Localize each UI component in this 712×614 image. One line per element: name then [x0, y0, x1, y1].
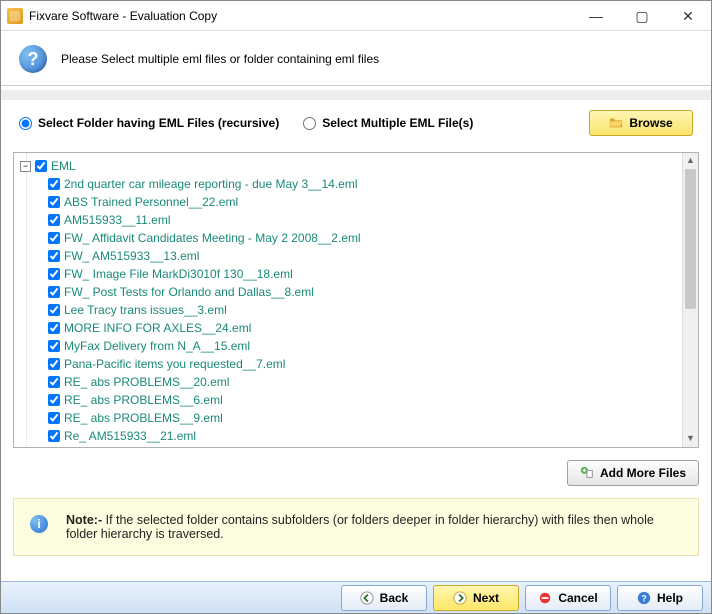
file-tree-panel: − EML 2nd quarter car mileage reporting - … [13, 152, 699, 448]
browse-button-label: Browse [629, 116, 672, 130]
file-tree[interactable]: − EML 2nd quarter car mileage reporting - … [14, 153, 682, 447]
tree-item-label: AM515933__11.eml [64, 213, 171, 227]
help-icon: ? [637, 591, 651, 605]
tree-item-checkbox[interactable] [48, 178, 60, 190]
tree-item[interactable]: Re_ AM515933__21.eml [18, 427, 678, 445]
note-prefix: Note:- [66, 513, 102, 527]
add-more-files-button[interactable]: Add More Files [567, 460, 699, 486]
next-button[interactable]: Next [433, 585, 519, 611]
tree-item-label: FW_ Image File MarkDi3010f 130__18.eml [64, 267, 293, 281]
tree-item[interactable]: AM515933__11.eml [18, 211, 678, 229]
note-body: If the selected folder contains subfolde… [66, 513, 654, 541]
tree-item-checkbox[interactable] [48, 412, 60, 424]
next-button-label: Next [473, 591, 499, 605]
maximize-button[interactable]: ▢ [619, 1, 665, 31]
help-button[interactable]: ? Help [617, 585, 703, 611]
tree-item[interactable]: RE_ abs PROBLEMS__20.eml [18, 373, 678, 391]
tree-expander[interactable]: − [20, 161, 31, 172]
tree-item[interactable]: MyFax Delivery from N_A__15.eml [18, 337, 678, 355]
header-instruction: Please Select multiple eml files or fold… [61, 52, 379, 66]
arrow-left-icon [360, 591, 374, 605]
help-button-label: Help [657, 591, 683, 605]
tree-item-label: RE_ abs PROBLEMS__6.eml [64, 393, 223, 407]
radio-select-files-label: Select Multiple EML File(s) [322, 116, 473, 130]
tree-item[interactable]: FW_ Post Tests for Orlando and Dallas__8… [18, 283, 678, 301]
radio-select-files-input[interactable] [303, 117, 316, 130]
tree-item-label: FW_ Post Tests for Orlando and Dallas__8… [64, 285, 314, 299]
tree-item-checkbox[interactable] [48, 394, 60, 406]
browse-button[interactable]: Browse [589, 110, 693, 136]
add-more-row: Add More Files [1, 456, 711, 494]
titlebar: Fixvare Software - Evaluation Copy — ▢ ✕ [1, 1, 711, 31]
tree-root-checkbox[interactable] [35, 160, 47, 172]
tree-item-checkbox[interactable] [48, 358, 60, 370]
header: ? Please Select multiple eml files or fo… [1, 31, 711, 85]
tree-item-label: Pana-Pacific items you requested__7.eml [64, 357, 285, 371]
tree-item-label: FW_ AM515933__13.eml [64, 249, 199, 263]
scroll-down-button[interactable]: ▼ [683, 431, 698, 447]
wizard-footer: Back Next Cancel ? Help [1, 581, 711, 613]
tree-item-label: RE_ abs PROBLEMS__20.eml [64, 375, 229, 389]
app-icon [7, 8, 23, 24]
radio-select-files[interactable]: Select Multiple EML File(s) [303, 116, 473, 130]
folder-open-icon [609, 116, 623, 130]
question-icon: ? [19, 45, 47, 73]
cancel-button-label: Cancel [558, 591, 597, 605]
tree-root-label[interactable]: EML [51, 159, 76, 173]
tree-item-label: FW_ Affidavit Candidates Meeting - May 2… [64, 231, 361, 245]
tree-item[interactable]: Pana-Pacific items you requested__7.eml [18, 355, 678, 373]
info-icon: i [30, 515, 48, 533]
tree-item-label: MORE INFO FOR AXLES__24.eml [64, 321, 251, 335]
cancel-button[interactable]: Cancel [525, 585, 611, 611]
tree-item-checkbox[interactable] [48, 268, 60, 280]
tree-item-label: Lee Tracy trans issues__3.eml [64, 303, 227, 317]
source-options-row: Select Folder having EML Files (recursiv… [1, 100, 711, 146]
radio-select-folder-input[interactable] [19, 117, 32, 130]
tree-item[interactable]: FW_ AM515933__13.eml [18, 247, 678, 265]
tree-item-checkbox[interactable] [48, 322, 60, 334]
scroll-up-button[interactable]: ▲ [683, 153, 698, 169]
tree-item-checkbox[interactable] [48, 196, 60, 208]
add-more-files-label: Add More Files [600, 466, 686, 480]
radio-select-folder-label: Select Folder having EML Files (recursiv… [38, 116, 279, 130]
radio-select-folder[interactable]: Select Folder having EML Files (recursiv… [19, 116, 279, 130]
tree-item[interactable]: FW_ Image File MarkDi3010f 130__18.eml [18, 265, 678, 283]
note-box: i Note:- If the selected folder contains… [13, 498, 699, 556]
tree-item-label: RE_ abs PROBLEMS__9.eml [64, 411, 223, 425]
note-text: Note:- If the selected folder contains s… [66, 513, 682, 541]
arrow-right-icon [453, 591, 467, 605]
scroll-thumb[interactable] [685, 169, 696, 309]
tree-item[interactable]: RE_ abs PROBLEMS__9.eml [18, 409, 678, 427]
separator [1, 85, 711, 86]
tree-item[interactable]: RE_ abs PROBLEMS__6.eml [18, 391, 678, 409]
panel-gap [1, 90, 711, 100]
cancel-icon [538, 591, 552, 605]
tree-item[interactable]: Lee Tracy trans issues__3.eml [18, 301, 678, 319]
tree-item-checkbox[interactable] [48, 376, 60, 388]
tree-item-label: Re_ AM515933__21.eml [64, 429, 196, 443]
back-button-label: Back [380, 591, 409, 605]
tree-item[interactable]: MORE INFO FOR AXLES__24.eml [18, 319, 678, 337]
tree-item[interactable]: 2nd quarter car mileage reporting - due … [18, 175, 678, 193]
tree-item-checkbox[interactable] [48, 250, 60, 262]
tree-item-checkbox[interactable] [48, 340, 60, 352]
tree-item-label: ABS Trained Personnel__22.eml [64, 195, 238, 209]
tree-item-checkbox[interactable] [48, 214, 60, 226]
plus-file-icon [580, 466, 594, 480]
svg-text:?: ? [641, 593, 646, 603]
tree-item-checkbox[interactable] [48, 430, 60, 442]
scrollbar-vertical[interactable]: ▲ ▼ [682, 153, 698, 447]
tree-item-checkbox[interactable] [48, 304, 60, 316]
tree-item[interactable]: FW_ Affidavit Candidates Meeting - May 2… [18, 229, 678, 247]
tree-item-checkbox[interactable] [48, 286, 60, 298]
back-button[interactable]: Back [341, 585, 427, 611]
window-title: Fixvare Software - Evaluation Copy [29, 9, 573, 23]
tree-item-label: 2nd quarter car mileage reporting - due … [64, 177, 358, 191]
minimize-button[interactable]: — [573, 1, 619, 31]
tree-item-label: MyFax Delivery from N_A__15.eml [64, 339, 250, 353]
tree-item-checkbox[interactable] [48, 232, 60, 244]
close-button[interactable]: ✕ [665, 1, 711, 31]
tree-item[interactable]: ABS Trained Personnel__22.eml [18, 193, 678, 211]
